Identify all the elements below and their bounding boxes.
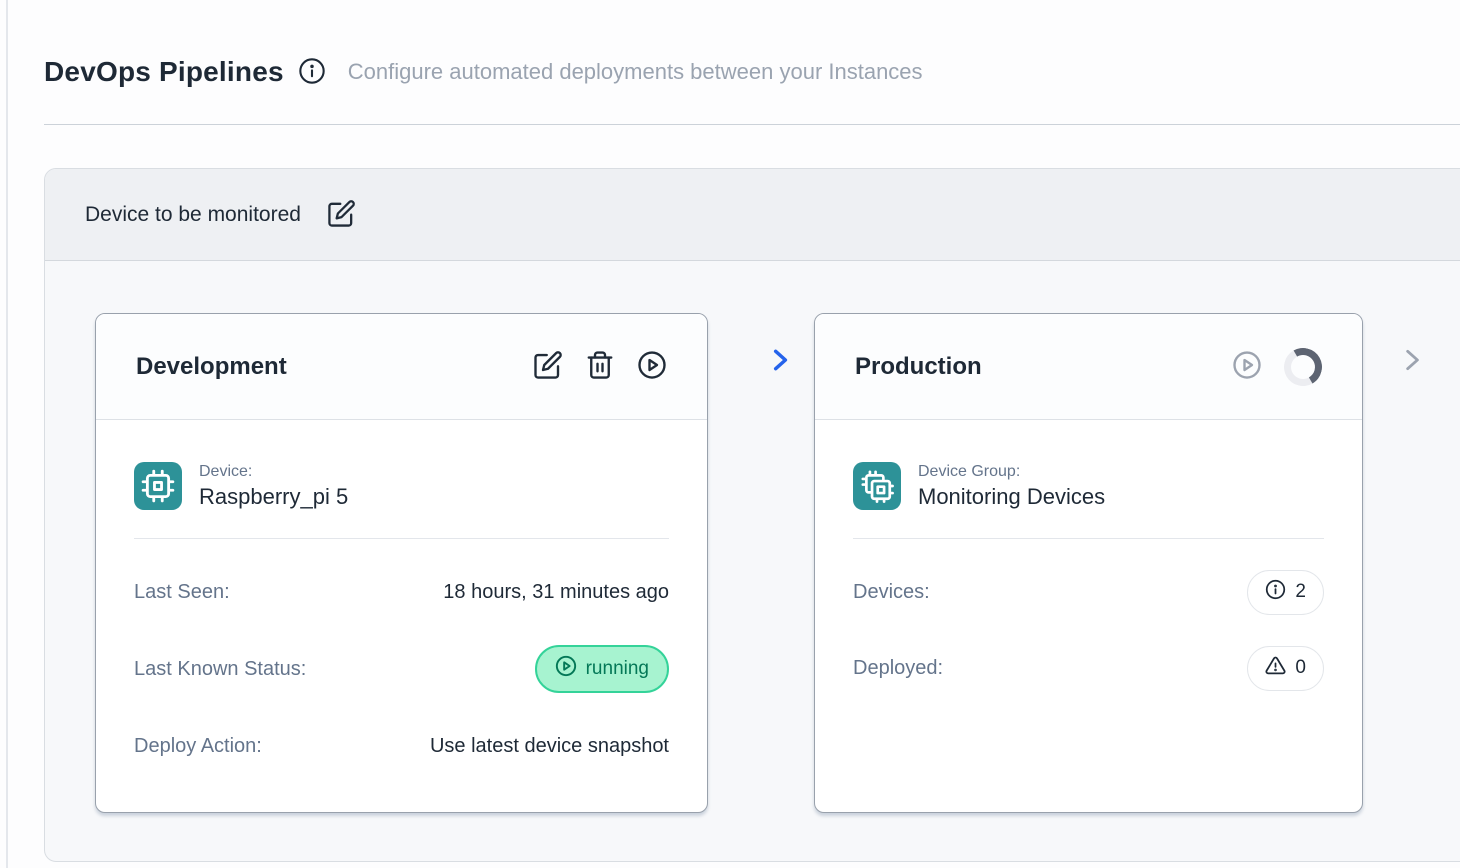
development-card-body: Device: Raspberry_pi 5 Last Seen: 18 hou… (96, 462, 707, 769)
devices-count-pill[interactable]: 2 (1247, 570, 1324, 615)
deployed-row: Deployed: 0 (853, 645, 1324, 691)
info-circle-icon (1265, 579, 1286, 606)
development-stage-card: Development (95, 313, 708, 813)
production-stage-card: Production (814, 313, 1363, 813)
chevron-right-icon[interactable] (1399, 345, 1425, 375)
last-seen-value: 18 hours, 31 minutes ago (443, 581, 669, 604)
page-info-button[interactable] (298, 57, 326, 88)
devices-count: 2 (1295, 581, 1306, 603)
cpu-chip-group-icon (853, 462, 901, 510)
pipeline-panel-header: Device to be monitored (45, 169, 1460, 261)
page-title: DevOps Pipelines (44, 56, 284, 88)
production-card-body: Device Group: Monitoring Devices Devices… (815, 462, 1362, 691)
card-divider (853, 538, 1324, 539)
loading-spinner-icon (1280, 343, 1327, 390)
edit-pipeline-button[interactable] (327, 199, 356, 231)
pipeline-panel-body: Development (45, 261, 1460, 862)
chevron-right-icon (767, 345, 793, 375)
stage-title-development: Development (136, 353, 287, 381)
edit-icon (533, 350, 563, 383)
deploy-action-value: Use latest device snapshot (430, 735, 669, 758)
device-group-label: Device Group: (918, 463, 1105, 481)
last-seen-row: Last Seen: 18 hours, 31 minutes ago (134, 569, 669, 615)
stage-title-production: Production (855, 353, 982, 381)
devices-label: Devices: (853, 581, 930, 604)
edit-icon (327, 199, 356, 231)
status-badge-label: running (586, 658, 649, 680)
page-header: DevOps Pipelines Configure automated dep… (44, 56, 923, 88)
alert-triangle-icon (1265, 655, 1286, 682)
device-group-info: Device Group: Monitoring Devices (918, 463, 1105, 510)
last-seen-label: Last Seen: (134, 581, 230, 604)
card-divider (134, 538, 669, 539)
development-card-header: Development (96, 314, 707, 420)
deployed-count-pill[interactable]: 0 (1247, 646, 1324, 691)
device-group-name: Monitoring Devices (918, 484, 1105, 510)
deploy-action-label: Deploy Action: (134, 735, 262, 758)
deployed-label: Deployed: (853, 657, 943, 680)
device-label: Device: (199, 463, 348, 481)
info-circle-icon (298, 57, 326, 88)
status-badge: running (535, 645, 669, 693)
play-circle-icon (555, 655, 577, 683)
development-card-actions (533, 350, 667, 383)
production-card-header: Production (815, 314, 1362, 420)
delete-stage-button[interactable] (585, 350, 615, 383)
panel-title: Device to be monitored (85, 203, 301, 227)
pipeline-panel: Device to be monitored Development (44, 168, 1460, 862)
edit-stage-button[interactable] (533, 350, 563, 383)
deployed-count: 0 (1295, 657, 1306, 679)
last-known-status-label: Last Known Status: (134, 658, 306, 681)
device-row: Device: Raspberry_pi 5 (134, 462, 669, 510)
trash-icon (585, 350, 615, 383)
page-subtitle: Configure automated deployments between … (348, 59, 923, 85)
cpu-chip-icon (134, 462, 182, 510)
device-name: Raspberry_pi 5 (199, 484, 348, 510)
run-stage-button[interactable] (637, 350, 667, 383)
left-divider (6, 0, 8, 868)
device-info: Device: Raspberry_pi 5 (199, 463, 348, 510)
last-known-status-row: Last Known Status: running (134, 645, 669, 693)
device-group-row: Device Group: Monitoring Devices (853, 462, 1324, 510)
deploy-action-row: Deploy Action: Use latest device snapsho… (134, 723, 669, 769)
production-card-actions (1232, 348, 1322, 386)
play-circle-icon (637, 350, 667, 383)
header-divider (44, 124, 1460, 125)
devices-row: Devices: 2 (853, 569, 1324, 615)
run-stage-button-disabled[interactable] (1232, 350, 1262, 383)
play-circle-icon (1232, 350, 1262, 383)
